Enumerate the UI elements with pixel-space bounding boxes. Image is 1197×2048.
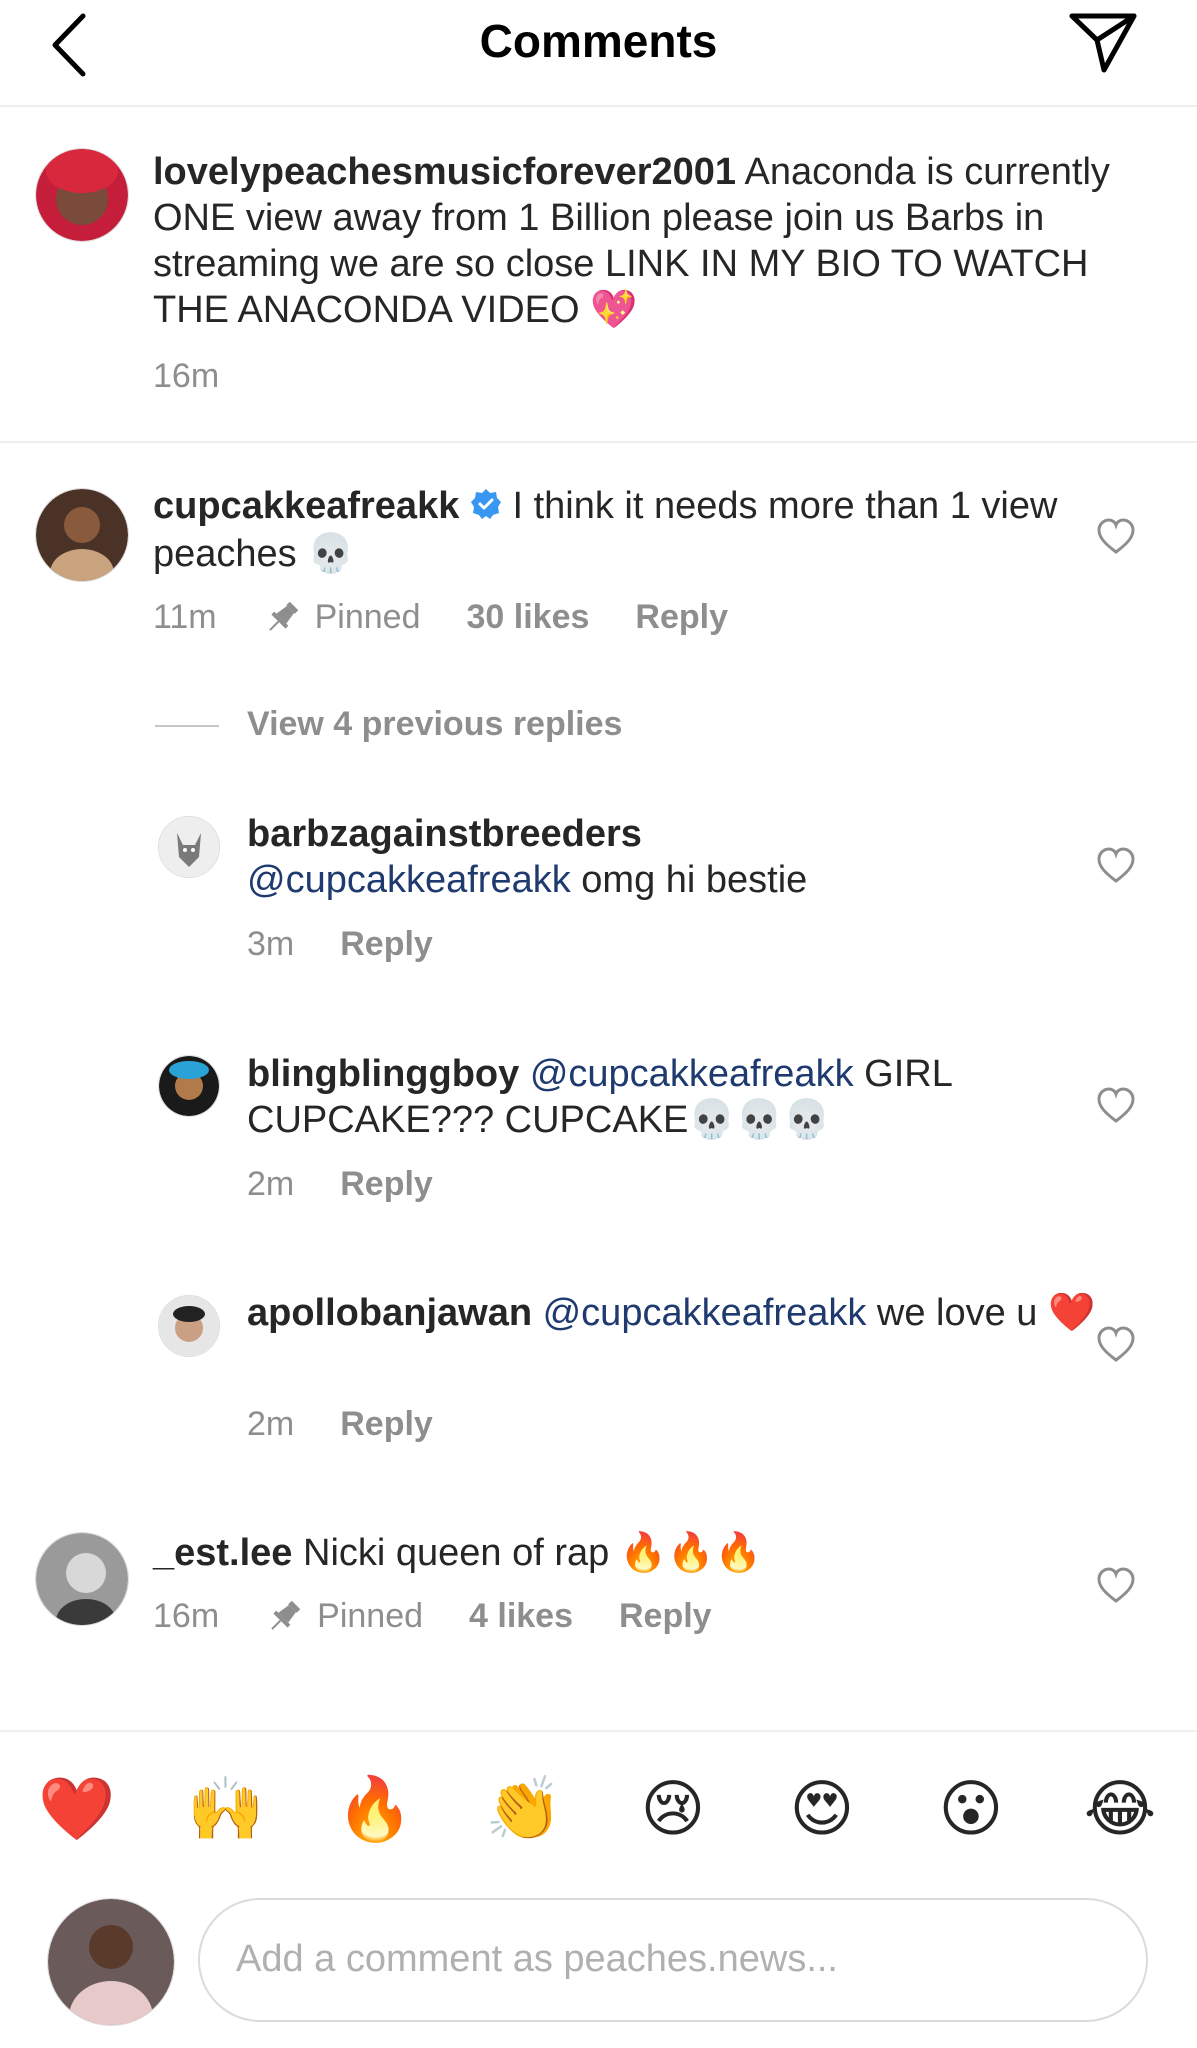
- avatar[interactable]: [35, 488, 129, 582]
- pinned-indicator: Pinned: [265, 1597, 423, 1636]
- comment-username[interactable]: _est.lee: [153, 1532, 292, 1574]
- reply-meta: 2m Reply: [247, 1165, 479, 1204]
- replies-divider-line: [155, 725, 219, 727]
- emoji-fire[interactable]: 🔥: [330, 1770, 420, 1850]
- reply-meta: 2m Reply: [247, 1405, 479, 1444]
- avatar[interactable]: [158, 1055, 220, 1117]
- pinned-indicator: Pinned: [263, 598, 421, 637]
- emoji-quick-bar: ❤️ 🙌 🔥 👏 😢 😍 😮 😂: [0, 1770, 1197, 1850]
- page-title: Comments: [479, 15, 718, 67]
- avatar[interactable]: [35, 1532, 129, 1626]
- reply-button[interactable]: Reply: [635, 598, 728, 637]
- verified-badge-icon: [470, 485, 502, 531]
- like-button[interactable]: [1096, 1086, 1136, 1126]
- reply-text: apollobanjawan @cupcakkeafreakk we love …: [247, 1290, 1147, 1336]
- emoji-surprised-face[interactable]: 😮: [926, 1770, 1016, 1850]
- like-button[interactable]: [1096, 846, 1136, 886]
- reply-username[interactable]: apollobanjawan: [247, 1292, 532, 1334]
- reply-username[interactable]: blingblinggboy: [247, 1053, 519, 1095]
- divider: [0, 441, 1197, 443]
- comment-composer: [198, 1898, 1148, 2022]
- pin-icon: [268, 601, 298, 631]
- comment-text: cupcakkeafreakk I think it needs more th…: [153, 483, 1153, 577]
- emoji-clapping-hands[interactable]: 👏: [479, 1770, 569, 1850]
- emoji-heart-eyes[interactable]: 😍: [777, 1770, 867, 1850]
- reply-text: barbzagainstbreeders @cupcakkeafreakk om…: [247, 811, 1147, 903]
- current-user-avatar: [47, 1898, 175, 2026]
- header: Comments: [0, 0, 1197, 107]
- heart-icon: [1097, 1326, 1135, 1362]
- comment-meta: 11m Pinned 30 likes Reply: [153, 598, 774, 637]
- emoji-red-heart[interactable]: ❤️: [32, 1770, 122, 1850]
- comment-username[interactable]: cupcakkeafreakk: [153, 485, 459, 527]
- comment-time: 11m: [153, 598, 217, 636]
- avatar[interactable]: [158, 1295, 220, 1357]
- reply-body: we love u ❤️: [866, 1292, 1096, 1334]
- like-button[interactable]: [1096, 517, 1136, 557]
- pin-icon: [271, 1600, 301, 1630]
- reply-time: 3m: [247, 925, 295, 963]
- comment-meta: 16m Pinned 4 likes Reply: [153, 1597, 758, 1636]
- share-button[interactable]: [1068, 10, 1138, 75]
- emoji-bar-divider: [0, 1730, 1197, 1732]
- likes-count[interactable]: 4 likes: [469, 1597, 573, 1636]
- avatar[interactable]: [158, 816, 220, 878]
- reply-username[interactable]: barbzagainstbreeders: [247, 813, 642, 855]
- heart-icon: [1097, 1087, 1135, 1123]
- reply-time: 2m: [247, 1405, 295, 1443]
- heart-icon: [1097, 518, 1135, 554]
- view-previous-replies[interactable]: View 4 previous replies: [247, 705, 622, 744]
- caption-text: lovelypeachesmusicforever2001 Anaconda i…: [153, 149, 1153, 333]
- reply-button[interactable]: Reply: [340, 1165, 433, 1204]
- reply-button[interactable]: Reply: [619, 1597, 712, 1636]
- emoji-tears-of-joy[interactable]: 😂: [1075, 1770, 1165, 1850]
- heart-icon: [1097, 847, 1135, 883]
- mention-link[interactable]: @cupcakkeafreakk: [543, 1292, 867, 1334]
- comment-body: Nicki queen of rap 🔥🔥🔥: [292, 1532, 762, 1574]
- caption-username[interactable]: lovelypeachesmusicforever2001: [153, 151, 736, 193]
- reply-body: omg hi bestie: [570, 859, 808, 901]
- emoji-raised-hands[interactable]: 🙌: [181, 1770, 271, 1850]
- reply-time: 2m: [247, 1165, 295, 1203]
- caption-time: 16m: [153, 357, 220, 395]
- reply-meta: 3m Reply: [247, 925, 479, 964]
- reply-button[interactable]: Reply: [340, 1405, 433, 1444]
- comment-text: _est.lee Nicki queen of rap 🔥🔥🔥: [153, 1530, 1153, 1576]
- emoji-crying-face[interactable]: 😢: [628, 1770, 718, 1850]
- caption-meta: 16m: [153, 357, 265, 396]
- mention-link[interactable]: @cupcakkeafreakk: [530, 1053, 854, 1095]
- reply-button[interactable]: Reply: [340, 925, 433, 964]
- mention-link[interactable]: @cupcakkeafreakk: [247, 859, 571, 901]
- like-button[interactable]: [1096, 1325, 1136, 1365]
- reply-text: blingblinggboy @cupcakkeafreakk GIRL CUP…: [247, 1051, 1147, 1143]
- likes-count[interactable]: 30 likes: [467, 598, 590, 637]
- like-button[interactable]: [1096, 1566, 1136, 1606]
- comment-time: 16m: [153, 1597, 220, 1635]
- avatar[interactable]: [35, 148, 129, 242]
- comment-input[interactable]: [234, 1900, 1118, 2018]
- heart-icon: [1097, 1567, 1135, 1603]
- paper-plane-icon: [1069, 13, 1137, 73]
